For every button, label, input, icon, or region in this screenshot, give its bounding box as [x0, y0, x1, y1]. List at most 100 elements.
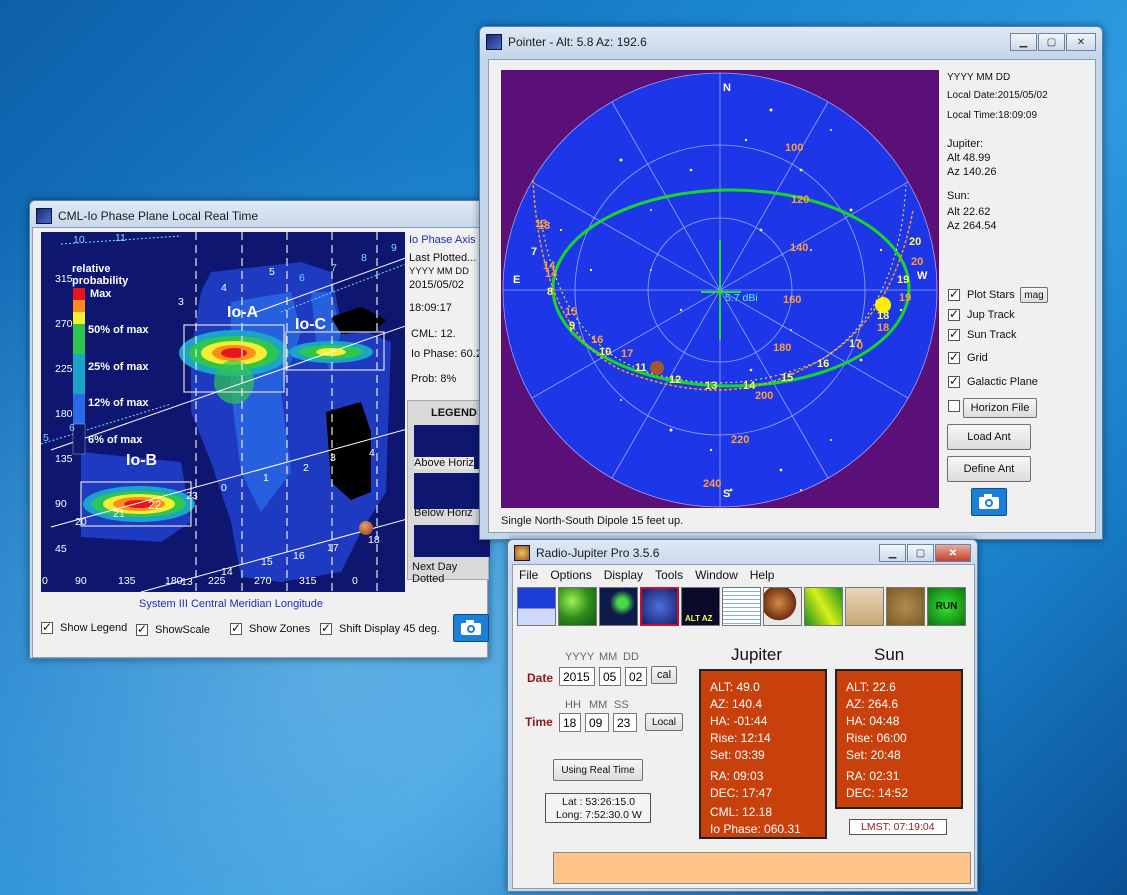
using-real-time-button[interactable]: Using Real Time [553, 759, 643, 781]
sun-rise: Rise: 06:00 [846, 731, 907, 745]
checkbox-box[interactable] [136, 622, 148, 636]
menu-tools[interactable]: Tools [655, 568, 683, 582]
menu-help[interactable]: Help [750, 568, 775, 582]
snapshot-camera-button[interactable] [971, 488, 1007, 516]
rj-client-area: File Options Display Tools Window Help A… [512, 564, 975, 889]
checkbox-box[interactable] [320, 621, 332, 635]
year-field[interactable] [559, 667, 595, 686]
jupiter-view-tool-icon[interactable] [599, 587, 638, 626]
maximize-icon[interactable]: ▢ [907, 544, 934, 562]
snapshot-camera-button[interactable] [453, 614, 489, 642]
sky-map[interactable]: N S E W 5.7 dBi 100 120 140 160 180 200 … [501, 70, 939, 508]
galactic-plane-checkbox[interactable]: Galactic Plane [948, 374, 1038, 388]
jupiter-altitude: Alt 48.99 [947, 152, 991, 164]
grid-checkbox[interactable]: Grid [948, 350, 988, 364]
sun-track-hour: 15 [565, 306, 578, 318]
track-hour: 5 [269, 266, 275, 278]
track-hour: 1 [263, 472, 269, 484]
checkbox-box[interactable] [230, 621, 242, 635]
sun-azimuth: Az 264.54 [947, 220, 997, 232]
sun-track-checkbox[interactable]: Sun Track [948, 327, 1017, 341]
sky-map-tool-icon[interactable] [640, 587, 679, 626]
x-tick: 135 [118, 575, 136, 587]
second-field[interactable] [613, 713, 637, 732]
define-antenna-button[interactable]: Define Ant [947, 456, 1031, 482]
run-tool-icon[interactable]: RUN [927, 587, 966, 626]
checkbox-label: Galactic Plane [967, 376, 1038, 388]
track-hour: 4 [369, 447, 375, 459]
jupiter-marker-icon [359, 521, 373, 535]
horizon-view-tool-icon[interactable] [517, 587, 556, 626]
show-zones-checkbox[interactable]: Show Zones [230, 621, 310, 635]
gain-contour-label: 220 [731, 434, 750, 446]
minimize-icon[interactable]: ▁ [1010, 33, 1037, 51]
minute-label: MM [589, 699, 608, 711]
maximize-icon[interactable]: ▢ [1038, 33, 1065, 51]
jupiter-az: AZ: 140.4 [710, 697, 763, 711]
show-scale-checkbox[interactable]: ShowScale [136, 622, 210, 636]
horizon-file-button[interactable]: Horizon File [963, 398, 1037, 418]
local-time-button[interactable]: Local [645, 713, 683, 731]
checkbox-box[interactable] [948, 400, 960, 412]
track-hour: 23 [186, 490, 198, 502]
notebook-tool-icon[interactable] [722, 587, 761, 626]
checkbox-box[interactable] [948, 307, 960, 321]
alt-az-tool-icon[interactable]: ALT AZ [681, 587, 720, 626]
antenna-gain-center: 5.7 dBi [725, 292, 758, 304]
y-tick: 135 [55, 453, 73, 465]
menu-display[interactable]: Display [604, 568, 643, 582]
local-time: Local Time:18:09:09 [947, 110, 1038, 121]
track-hour: 4 [221, 282, 227, 294]
legend-text: probability [72, 275, 129, 287]
menu-window[interactable]: Window [695, 568, 738, 582]
cml-value: CML: 12. [411, 328, 456, 340]
minimize-icon[interactable]: ▁ [879, 544, 906, 562]
checkbox-box[interactable] [948, 350, 960, 364]
magnitude-button[interactable]: mag [1020, 287, 1048, 303]
track-hour: 6 [299, 272, 305, 284]
checkbox-box[interactable] [948, 327, 960, 341]
sun-track-hour: 19 [899, 292, 912, 304]
hour-label: HH [565, 699, 581, 711]
show-legend-checkbox[interactable]: Show Legend [41, 620, 127, 634]
globe-tool-icon[interactable] [558, 587, 597, 626]
jupiter-io-tool-icon[interactable] [763, 587, 802, 626]
jupiter-rise: Rise: 12:14 [710, 731, 771, 745]
gear-tool-icon[interactable] [886, 587, 925, 626]
day-field[interactable] [625, 667, 647, 686]
close-icon[interactable]: ✕ [935, 544, 971, 562]
io-phase-axis-label: Io Phase Axis [409, 234, 476, 246]
sun-track-hour: 16 [591, 334, 604, 346]
checkbox-label: Jup Track [967, 309, 1015, 321]
date-label: Date [527, 671, 554, 685]
spectrum-tool-icon[interactable] [804, 587, 843, 626]
latitude-value: Lat : 53:26:15.0 [562, 796, 635, 808]
hour-field[interactable] [559, 713, 581, 732]
checkbox-box[interactable] [948, 287, 960, 301]
legend-text: 50% of max [88, 324, 149, 336]
calendar-button[interactable]: cal [651, 666, 677, 684]
radio-jupiter-window: Radio-Jupiter Pro 3.5.6 ▁ ▢ ✕ File Optio… [507, 539, 978, 892]
checkbox-box[interactable] [948, 374, 960, 388]
shift-display-checkbox[interactable]: Shift Display 45 deg. [320, 621, 440, 635]
meter-tool-icon[interactable] [845, 587, 884, 626]
jupiter-app-icon [514, 545, 530, 561]
minute-field[interactable] [585, 713, 609, 732]
checkbox-box[interactable] [41, 620, 53, 634]
track-hour: 9 [391, 242, 397, 254]
cml-io-phase-plot[interactable]: 315 270 225 180 135 90 45 0 90 135 180 2… [41, 232, 405, 592]
load-antenna-button[interactable]: Load Ant [947, 424, 1031, 450]
close-icon[interactable]: ✕ [1066, 33, 1096, 51]
x-tick: 270 [254, 575, 272, 587]
plot-stars-checkbox[interactable]: Plot Stars [948, 287, 1015, 301]
track-hour: 18 [368, 534, 380, 546]
menu-options[interactable]: Options [550, 568, 591, 582]
jupiter-track-hour: 19 [897, 274, 910, 286]
month-field[interactable] [599, 667, 621, 686]
track-hour: 5 [43, 432, 49, 444]
jupiter-track-checkbox[interactable]: Jup Track [948, 307, 1015, 321]
cml-io-phase-window: CML-Io Phase Plane Local Real Time 315 2… [29, 200, 490, 659]
track-hour: 7 [331, 262, 337, 274]
menu-file[interactable]: File [519, 568, 538, 582]
legend-text: 25% of max [88, 361, 149, 373]
